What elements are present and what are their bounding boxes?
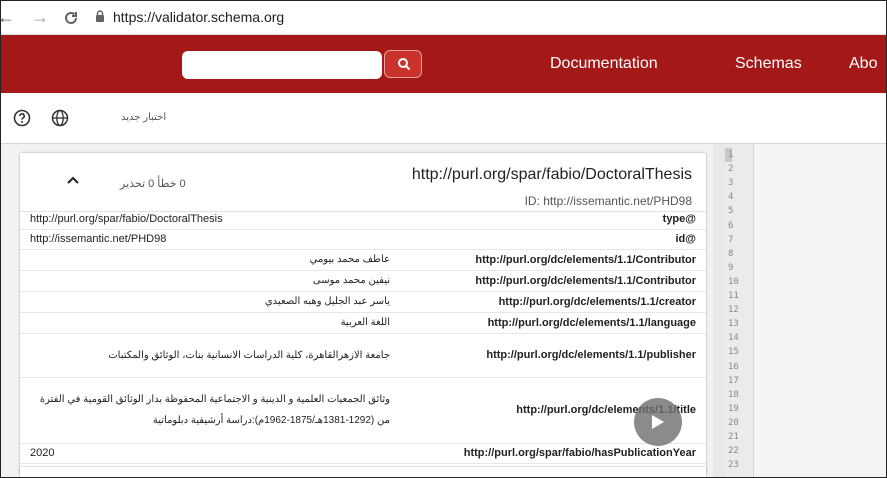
back-icon[interactable]: ←	[1, 7, 15, 27]
forward-icon[interactable]: →	[31, 7, 49, 27]
property-value: اللغة العربية	[20, 312, 400, 334]
line-number: 23	[728, 460, 739, 471]
line-number: 15	[728, 347, 739, 358]
property-value: عاطف محمد بيومي	[20, 249, 400, 271]
search-input[interactable]	[182, 51, 382, 79]
line-number: 8	[728, 248, 734, 259]
line-number: 12	[728, 305, 739, 316]
line-number: 16	[728, 361, 739, 372]
new-test-button[interactable]: اختبار جديد	[121, 112, 166, 123]
result-card: 0 خطأ 0 تحذير http://purl.org/spar/fabio…	[20, 153, 706, 477]
browser-address-bar: ← → https://validator.schema.org	[1, 1, 886, 35]
nav-schemas[interactable]: Schemas	[735, 55, 802, 73]
line-number: 18	[728, 389, 739, 400]
property-name: http://purl.org/spar/fabio/hasPublicatio…	[400, 443, 706, 464]
line-number: 21	[728, 432, 739, 442]
line-number: 1	[728, 150, 734, 160]
table-row: اللغة العربية http://purl.org/dc/element…	[20, 312, 706, 334]
result-type-title: http://purl.org/spar/fabio/DoctoralThesi…	[411, 166, 692, 183]
property-name: http://purl.org/dc/elements/1.1/creator	[400, 291, 706, 313]
result-card-header[interactable]: 0 خطأ 0 تحذير http://purl.org/spar/fabio…	[20, 153, 706, 212]
line-number: 3	[728, 178, 734, 189]
line-number: 20	[728, 417, 739, 428]
property-name: type@	[400, 210, 706, 230]
search-icon	[398, 58, 411, 71]
line-number: 10	[728, 276, 739, 287]
property-name: http://purl.org/dc/elements/1.1/language	[400, 312, 706, 334]
chevron-up-icon[interactable]	[66, 175, 80, 185]
next-result-card	[20, 467, 706, 477]
search-button[interactable]	[384, 50, 422, 78]
line-number: 5	[728, 206, 734, 217]
line-number: 6	[728, 220, 734, 231]
line-number: 9	[728, 262, 734, 273]
table-row: ياسر عبد الجليل وهبه الصعيدي http://purl…	[20, 291, 706, 313]
help-icon[interactable]	[13, 109, 31, 127]
code-editor[interactable]: 1 2 3 4 5 6 7 8 9 10 11 12 13 14 15 16 17 18 19 20 21 22 23	[713, 144, 886, 477]
table-row: عاطف محمد بيومي http://purl.org/dc/eleme…	[20, 249, 706, 271]
reload-icon[interactable]	[63, 7, 79, 30]
url-text[interactable]: https://validator.schema.org	[113, 9, 284, 25]
table-row: http://issemantic.net/PHD98 id@	[20, 229, 706, 250]
line-number-gutter: 1 2 3 4 5 6 7 8 9 10 11 12 13 14 15 16 17 18 19 20 21 22 23	[725, 144, 754, 477]
property-value: نيفين محمد موسى	[20, 270, 400, 292]
property-value: 2020	[20, 443, 400, 464]
table-row: http://purl.org/spar/fabio/DoctoralThesi…	[20, 210, 706, 230]
browser-window: ← → https://validator.schema.org Documen…	[0, 0, 887, 478]
line-number: 7	[728, 234, 734, 245]
properties-table: http://purl.org/spar/fabio/DoctoralThesi…	[20, 210, 706, 477]
line-number: 4	[728, 192, 734, 203]
nav-about[interactable]: Abo	[849, 55, 877, 73]
code-editor-body[interactable]	[754, 144, 886, 477]
table-row: نيفين محمد موسى http://purl.org/dc/eleme…	[20, 270, 706, 292]
property-value: http://issemantic.net/PHD98	[20, 229, 400, 250]
globe-icon[interactable]	[51, 109, 69, 127]
lock-icon	[96, 10, 104, 22]
line-number: 2	[728, 164, 734, 175]
toolbar: اختبار جديد	[1, 93, 886, 144]
video-play-button[interactable]	[626, 398, 690, 446]
property-name: http://purl.org/dc/elements/1.1/Contribu…	[400, 270, 706, 292]
property-value: ياسر عبد الجليل وهبه الصعيدي	[20, 291, 400, 313]
line-number: 17	[728, 375, 739, 386]
line-number: 22	[728, 446, 739, 457]
error-warning-counts: 0 خطأ 0 تحذير	[120, 178, 186, 190]
line-number: 14	[728, 333, 739, 344]
line-number: 19	[728, 403, 739, 414]
nav-documentation[interactable]: Documentation	[550, 55, 658, 73]
site-header: Documentation Schemas Abo	[1, 35, 886, 93]
property-name: id@	[400, 229, 706, 250]
table-row: جامعة الازهرالقاهرة، كلية الدراسات الانس…	[20, 333, 706, 378]
property-value: وثائق الجمعيات العلمية و الدينية و الاجت…	[20, 377, 400, 444]
property-value: جامعة الازهرالقاهرة، كلية الدراسات الانس…	[20, 333, 400, 378]
table-row: وثائق الجمعيات العلمية و الدينية و الاجت…	[20, 377, 706, 444]
property-name: http://purl.org/dc/elements/1.1/Contribu…	[400, 249, 706, 271]
property-value: http://purl.org/spar/fabio/DoctoralThesi…	[20, 210, 400, 230]
result-id: ID: http://issemantic.net/PHD98	[524, 194, 692, 208]
table-row: 2020 http://purl.org/spar/fabio/hasPubli…	[20, 443, 706, 464]
line-number: 13	[728, 319, 739, 330]
line-number: 11	[728, 291, 739, 301]
property-name: http://purl.org/dc/elements/1.1/publishe…	[400, 333, 706, 378]
